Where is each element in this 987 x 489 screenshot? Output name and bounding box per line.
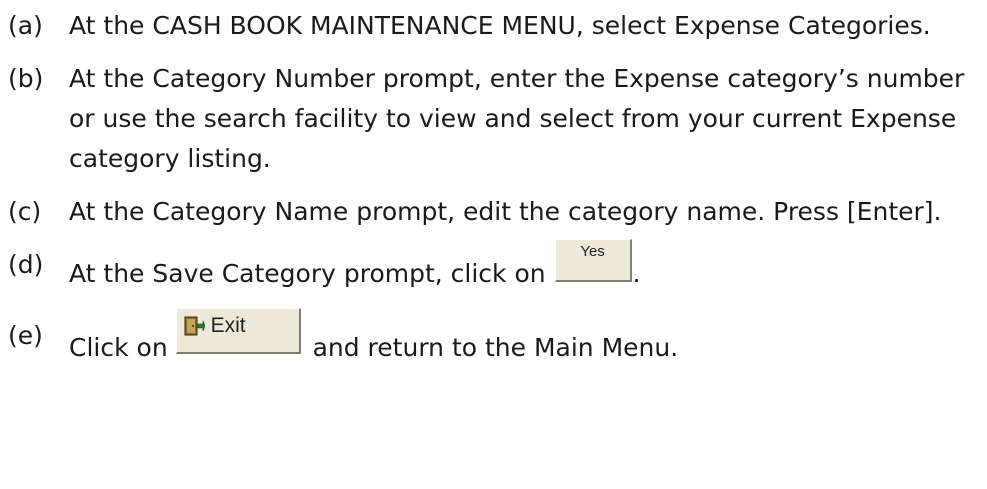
step-e: (e) Click on Exit and return to the Main… <box>8 308 983 368</box>
step-d: (d) At the Save Category prompt, click o… <box>8 239 983 294</box>
instruction-steps: (a) At the CASH BOOK MAINTENANCE MENU, s… <box>8 6 983 390</box>
step-a: (a) At the CASH BOOK MAINTENANCE MENU, s… <box>8 6 983 46</box>
yes-button-label: Yes <box>580 243 605 260</box>
step-text: At the CASH BOOK MAINTENANCE MENU, selec… <box>69 11 931 40</box>
exit-door-icon <box>184 316 205 336</box>
yes-button[interactable]: Yes <box>554 239 632 282</box>
step-c: (c) At the Category Name prompt, edit th… <box>8 192 983 232</box>
step-marker: (d) <box>8 250 44 279</box>
step-text: At the Category Name prompt, edit the ca… <box>69 197 942 226</box>
step-marker: (b) <box>8 64 44 93</box>
step-b: (b) At the Category Number prompt, enter… <box>8 59 983 179</box>
step-text: At the Save Category prompt, click on <box>69 259 546 288</box>
step-text: At the Category Number prompt, enter the… <box>69 64 965 173</box>
step-marker: (e) <box>8 321 43 350</box>
step-marker: (a) <box>8 11 43 40</box>
exit-button-label: Exit <box>210 314 246 337</box>
step-text-end: . <box>632 259 641 288</box>
step-marker: (c) <box>8 197 42 226</box>
step-text-end: and return to the Main Menu. <box>312 333 679 362</box>
exit-button[interactable]: Exit <box>175 308 301 354</box>
step-text: Click on <box>69 333 168 362</box>
